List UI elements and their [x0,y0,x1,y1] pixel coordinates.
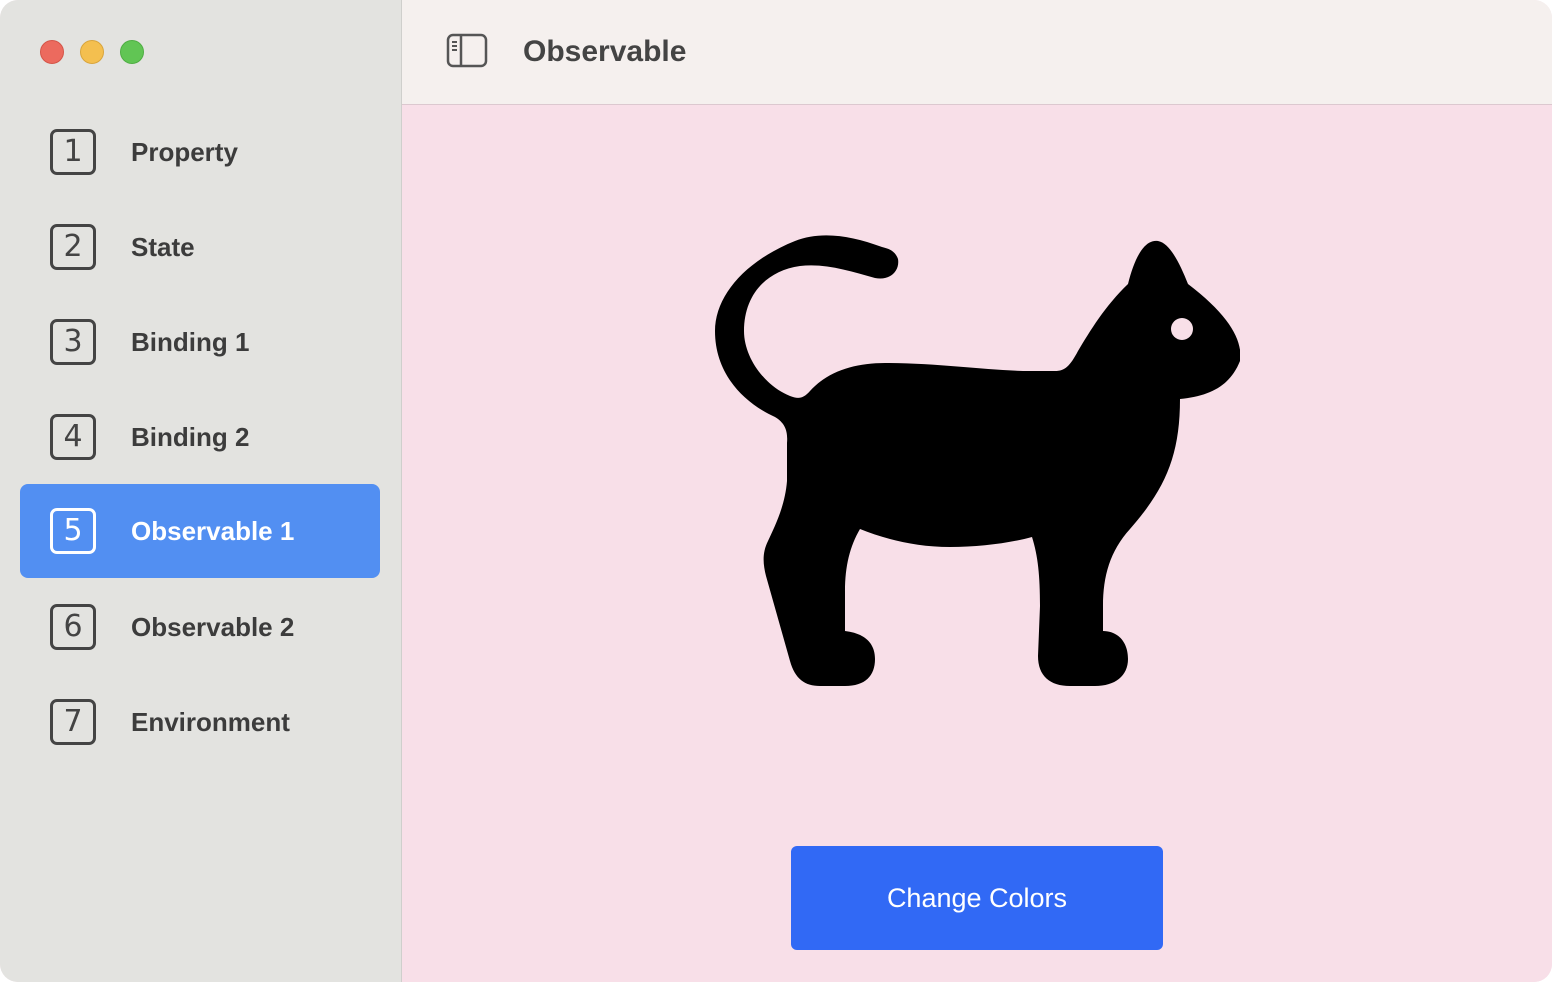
sidebar-item-label: Observable 2 [131,612,295,642]
sidebar-item-label: Observable 1 [131,516,295,546]
main-content: Change Colors [402,105,1552,982]
sidebar-item-observable-2[interactable]: 6 Observable 2 [20,580,380,674]
zoom-window-button[interactable] [120,40,144,64]
sidebar-item-observable-1[interactable]: 5 Observable 1 [20,484,380,578]
sidebar-item-binding-2[interactable]: 4 Binding 2 [20,390,380,484]
sidebar-item-binding-1[interactable]: 3 Binding 1 [20,295,380,389]
cat-icon [710,231,1241,687]
page-title: Observable [523,35,687,68]
sidebar-toggle-icon[interactable] [446,33,488,69]
number-7-icon: 7 [50,699,96,745]
sidebar-item-label: Binding 2 [131,422,250,452]
number-4-icon: 4 [50,414,96,460]
sidebar-item-environment[interactable]: 7 Environment [20,675,380,769]
number-6-icon: 6 [50,604,96,650]
number-1-icon: 1 [50,129,96,175]
close-window-button[interactable] [40,40,64,64]
sidebar-item-label: Environment [131,707,290,737]
sidebar-item-state[interactable]: 2 State [20,200,380,294]
sidebar: 1 Property 2 State 3 Binding 1 4 Binding… [0,0,402,982]
number-2-icon: 2 [50,224,96,270]
app-window: 1 Property 2 State 3 Binding 1 4 Binding… [0,0,1552,982]
sidebar-item-label: Property [131,137,238,167]
sidebar-item-label: Binding 1 [131,327,250,357]
toolbar: Observable [402,0,1552,105]
sidebar-item-label: State [131,232,195,262]
change-colors-button[interactable]: Change Colors [791,846,1163,950]
minimize-window-button[interactable] [80,40,104,64]
sidebar-item-property[interactable]: 1 Property [20,105,380,199]
number-3-icon: 3 [50,319,96,365]
number-5-icon: 5 [50,508,96,554]
